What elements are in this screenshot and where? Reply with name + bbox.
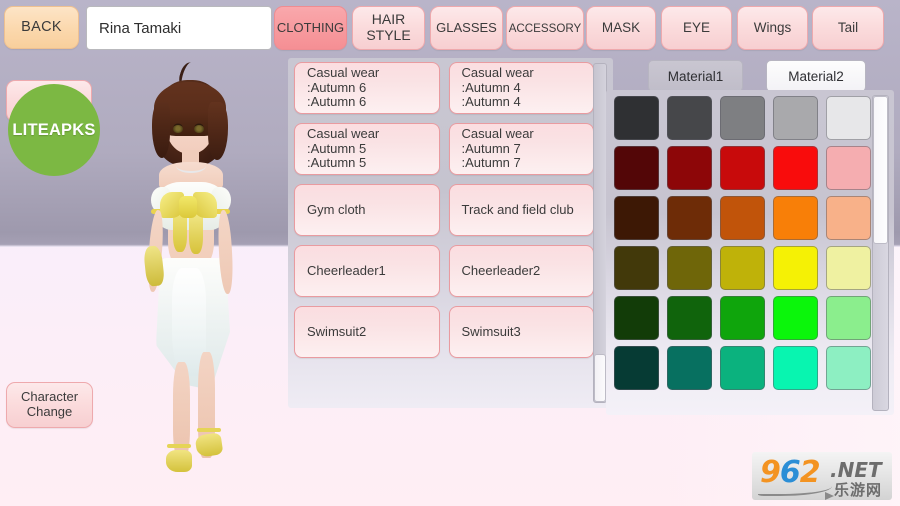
color-swatch[interactable] <box>826 96 871 140</box>
color-swatch[interactable] <box>773 196 818 240</box>
clothing-item[interactable]: Swimsuit3 <box>448 306 594 358</box>
character-eye-left <box>173 125 183 133</box>
color-swatch[interactable] <box>667 196 712 240</box>
character-shoe-strap-right <box>197 428 221 432</box>
tab-tail[interactable]: Tail <box>812 6 884 50</box>
watermark-chinese-text: 乐游网 <box>834 481 883 499</box>
color-swatch[interactable] <box>667 246 712 290</box>
clothing-item-label: Cheerleader1 <box>307 262 386 278</box>
clothing-item-label-line1: Casual wear :Autumn 5 <box>307 126 380 156</box>
color-palette-scrollbar-thumb[interactable] <box>873 96 888 244</box>
tab-glasses[interactable]: GLASSES <box>430 6 503 50</box>
color-palette-scrollbar-track[interactable] <box>872 95 889 411</box>
color-swatch[interactable] <box>720 146 765 190</box>
clothing-item-list-panel: Casual wear :Autumn 6:Autumn 6 Casual wea… <box>288 58 613 408</box>
character-shoe-strap-left <box>167 444 191 448</box>
color-swatch[interactable] <box>667 146 712 190</box>
clothing-item[interactable]: Track and field club <box>448 184 594 236</box>
clothing-item-label: Cheerleader2 <box>461 262 541 278</box>
clothing-item[interactable]: Cheerleader2 <box>448 245 594 297</box>
color-swatch[interactable] <box>667 346 712 390</box>
character-change-label: Character Change <box>20 389 79 419</box>
clothing-item-label-line1: Casual wear :Autumn 7 <box>461 126 534 156</box>
color-swatch[interactable] <box>773 296 818 340</box>
character-bow-tail-left <box>173 214 187 252</box>
character-shoe-right <box>194 432 224 458</box>
color-palette-panel <box>606 90 894 415</box>
clothing-item[interactable]: Swimsuit2 <box>294 306 440 358</box>
color-swatch[interactable] <box>667 296 712 340</box>
clothing-item-label: Swimsuit3 <box>461 323 521 339</box>
color-swatch[interactable] <box>614 296 659 340</box>
color-swatch[interactable] <box>720 96 765 140</box>
character-change-button[interactable]: Character Change <box>6 382 93 428</box>
clothing-item-label-line1: Casual wear :Autumn 4 <box>461 65 534 95</box>
tab-wings[interactable]: Wings <box>737 6 808 50</box>
clothing-item[interactable]: Casual wear :Autumn 4:Autumn 4 <box>448 62 594 114</box>
color-swatch[interactable] <box>720 196 765 240</box>
tab-clothing[interactable]: CLOTHING <box>274 6 347 50</box>
item-list-scrollbar-thumb[interactable] <box>594 354 606 402</box>
color-swatch[interactable] <box>773 246 818 290</box>
color-swatch[interactable] <box>720 246 765 290</box>
site-watermark-logo: 962 .NET 乐游网 <box>752 452 892 500</box>
clothing-item-label: Track and field club <box>461 201 574 217</box>
color-swatch[interactable] <box>614 246 659 290</box>
color-swatch[interactable] <box>773 96 818 140</box>
watermark-swoosh-icon <box>758 482 834 500</box>
character-hair-side-right <box>208 102 228 160</box>
character-model[interactable] <box>118 60 288 482</box>
color-swatch[interactable] <box>826 146 871 190</box>
color-swatch[interactable] <box>720 346 765 390</box>
clothing-item[interactable]: Gym cloth <box>294 184 440 236</box>
tab-material1[interactable]: Material1 <box>648 60 743 92</box>
character-name-input[interactable]: Rina Tamaki <box>86 6 272 50</box>
tab-mask[interactable]: MASK <box>586 6 656 50</box>
top-toolbar: BACK Rina Tamaki CLOTHING HAIR STYLE GLAS… <box>0 0 900 56</box>
clothing-item-label-line1: Casual wear :Autumn 6 <box>307 65 380 95</box>
color-swatch[interactable] <box>614 146 659 190</box>
character-necklace <box>176 159 206 173</box>
color-swatch[interactable] <box>826 196 871 240</box>
character-hair-side-left <box>152 102 170 158</box>
color-swatch[interactable] <box>614 346 659 390</box>
clothing-item-label-line2: :Autumn 6 <box>307 94 367 110</box>
clothing-item[interactable]: Casual wear :Autumn 7:Autumn 7 <box>448 123 594 175</box>
color-swatch-grid <box>614 96 871 390</box>
tab-accessory[interactable]: ACCESSORY <box>506 6 584 50</box>
clothing-item-label: Gym cloth <box>307 201 366 217</box>
color-swatch[interactable] <box>826 246 871 290</box>
clothing-item-label: Swimsuit2 <box>307 323 367 339</box>
color-swatch[interactable] <box>667 96 712 140</box>
tab-hairstyle[interactable]: HAIR STYLE <box>352 6 425 50</box>
clothing-item-grid: Casual wear :Autumn 6:Autumn 6 Casual wea… <box>294 62 594 404</box>
clothing-item[interactable]: Cheerleader1 <box>294 245 440 297</box>
tab-hairstyle-label: HAIR STYLE <box>366 11 411 43</box>
color-swatch[interactable] <box>614 196 659 240</box>
character-shoe-left <box>166 450 192 472</box>
color-swatch[interactable] <box>773 346 818 390</box>
color-swatch[interactable] <box>773 146 818 190</box>
character-bow-knot <box>179 196 197 218</box>
clothing-item-label-line2: :Autumn 7 <box>461 155 521 171</box>
tab-material2[interactable]: Material2 <box>766 60 866 92</box>
color-swatch[interactable] <box>614 96 659 140</box>
clothing-item[interactable]: Casual wear :Autumn 6:Autumn 6 <box>294 62 440 114</box>
clothing-item-label-line2: :Autumn 4 <box>461 94 521 110</box>
item-list-scrollbar-track[interactable] <box>593 63 607 403</box>
clothing-item[interactable]: Casual wear :Autumn 5:Autumn 5 <box>294 123 440 175</box>
back-button[interactable]: BACK <box>4 6 79 49</box>
color-swatch[interactable] <box>826 296 871 340</box>
liteapks-watermark-badge: LITEAPKS <box>8 84 100 176</box>
color-swatch[interactable] <box>826 346 871 390</box>
color-swatch[interactable] <box>720 296 765 340</box>
tab-eye[interactable]: EYE <box>661 6 732 50</box>
character-eye-right <box>194 125 204 133</box>
clothing-item-label-line2: :Autumn 5 <box>307 155 367 171</box>
character-bow-tail-right <box>189 214 203 254</box>
